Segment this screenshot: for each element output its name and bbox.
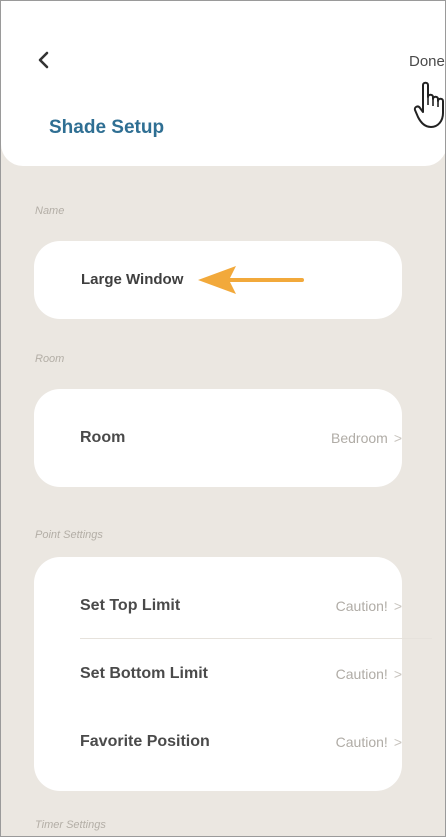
room-row-label: Room bbox=[80, 429, 126, 446]
chevron-right-icon: > bbox=[393, 734, 402, 750]
favorite-position-label: Favorite Position bbox=[80, 733, 210, 750]
header: Done Shade Setup bbox=[1, 1, 445, 166]
room-card: Room Bedroom > bbox=[34, 389, 402, 487]
point-settings-card: Set Top Limit Caution! > Set Bottom Limi… bbox=[34, 557, 432, 791]
divider bbox=[80, 638, 432, 639]
set-bottom-limit-value-wrap: Caution! > bbox=[336, 666, 402, 682]
page-title: Shade Setup bbox=[49, 117, 165, 138]
set-bottom-limit-row[interactable]: Set Bottom Limit Caution! > bbox=[80, 644, 402, 704]
favorite-position-value: Caution! bbox=[335, 734, 388, 750]
hand-pointer-icon bbox=[413, 81, 444, 128]
section-label-room: Room bbox=[35, 353, 65, 365]
favorite-position-row[interactable]: Favorite Position Caution! > bbox=[80, 712, 402, 772]
section-label-name: Name bbox=[35, 205, 65, 217]
set-top-limit-label: Set Top Limit bbox=[80, 597, 181, 614]
section-label-point-settings: Point Settings bbox=[35, 529, 103, 541]
set-bottom-limit-value: Caution! bbox=[335, 666, 388, 682]
favorite-position-value-wrap: Caution! > bbox=[336, 734, 402, 750]
name-card[interactable]: Large Window bbox=[34, 241, 402, 319]
room-row-value-wrap: Bedroom > bbox=[331, 430, 402, 446]
chevron-right-icon: > bbox=[393, 666, 402, 682]
section-label-timer-settings: Timer Settings bbox=[35, 819, 106, 831]
set-top-limit-value-wrap: Caution! > bbox=[336, 598, 402, 614]
app-screen: Done Shade Setup Name Large Window Room … bbox=[0, 0, 446, 837]
room-row-value: Bedroom bbox=[331, 430, 388, 446]
arrow-left-icon bbox=[198, 266, 304, 294]
set-bottom-limit-label: Set Bottom Limit bbox=[80, 665, 208, 682]
chevron-right-icon: > bbox=[393, 430, 402, 446]
chevron-right-icon: > bbox=[393, 598, 402, 614]
set-top-limit-row[interactable]: Set Top Limit Caution! > bbox=[80, 576, 402, 636]
set-top-limit-value: Caution! bbox=[335, 598, 388, 614]
room-row[interactable]: Room Bedroom > bbox=[80, 408, 402, 468]
shade-name-field[interactable]: Large Window bbox=[81, 271, 183, 288]
done-button[interactable]: Done bbox=[409, 53, 445, 70]
chevron-left-icon[interactable] bbox=[31, 47, 57, 73]
